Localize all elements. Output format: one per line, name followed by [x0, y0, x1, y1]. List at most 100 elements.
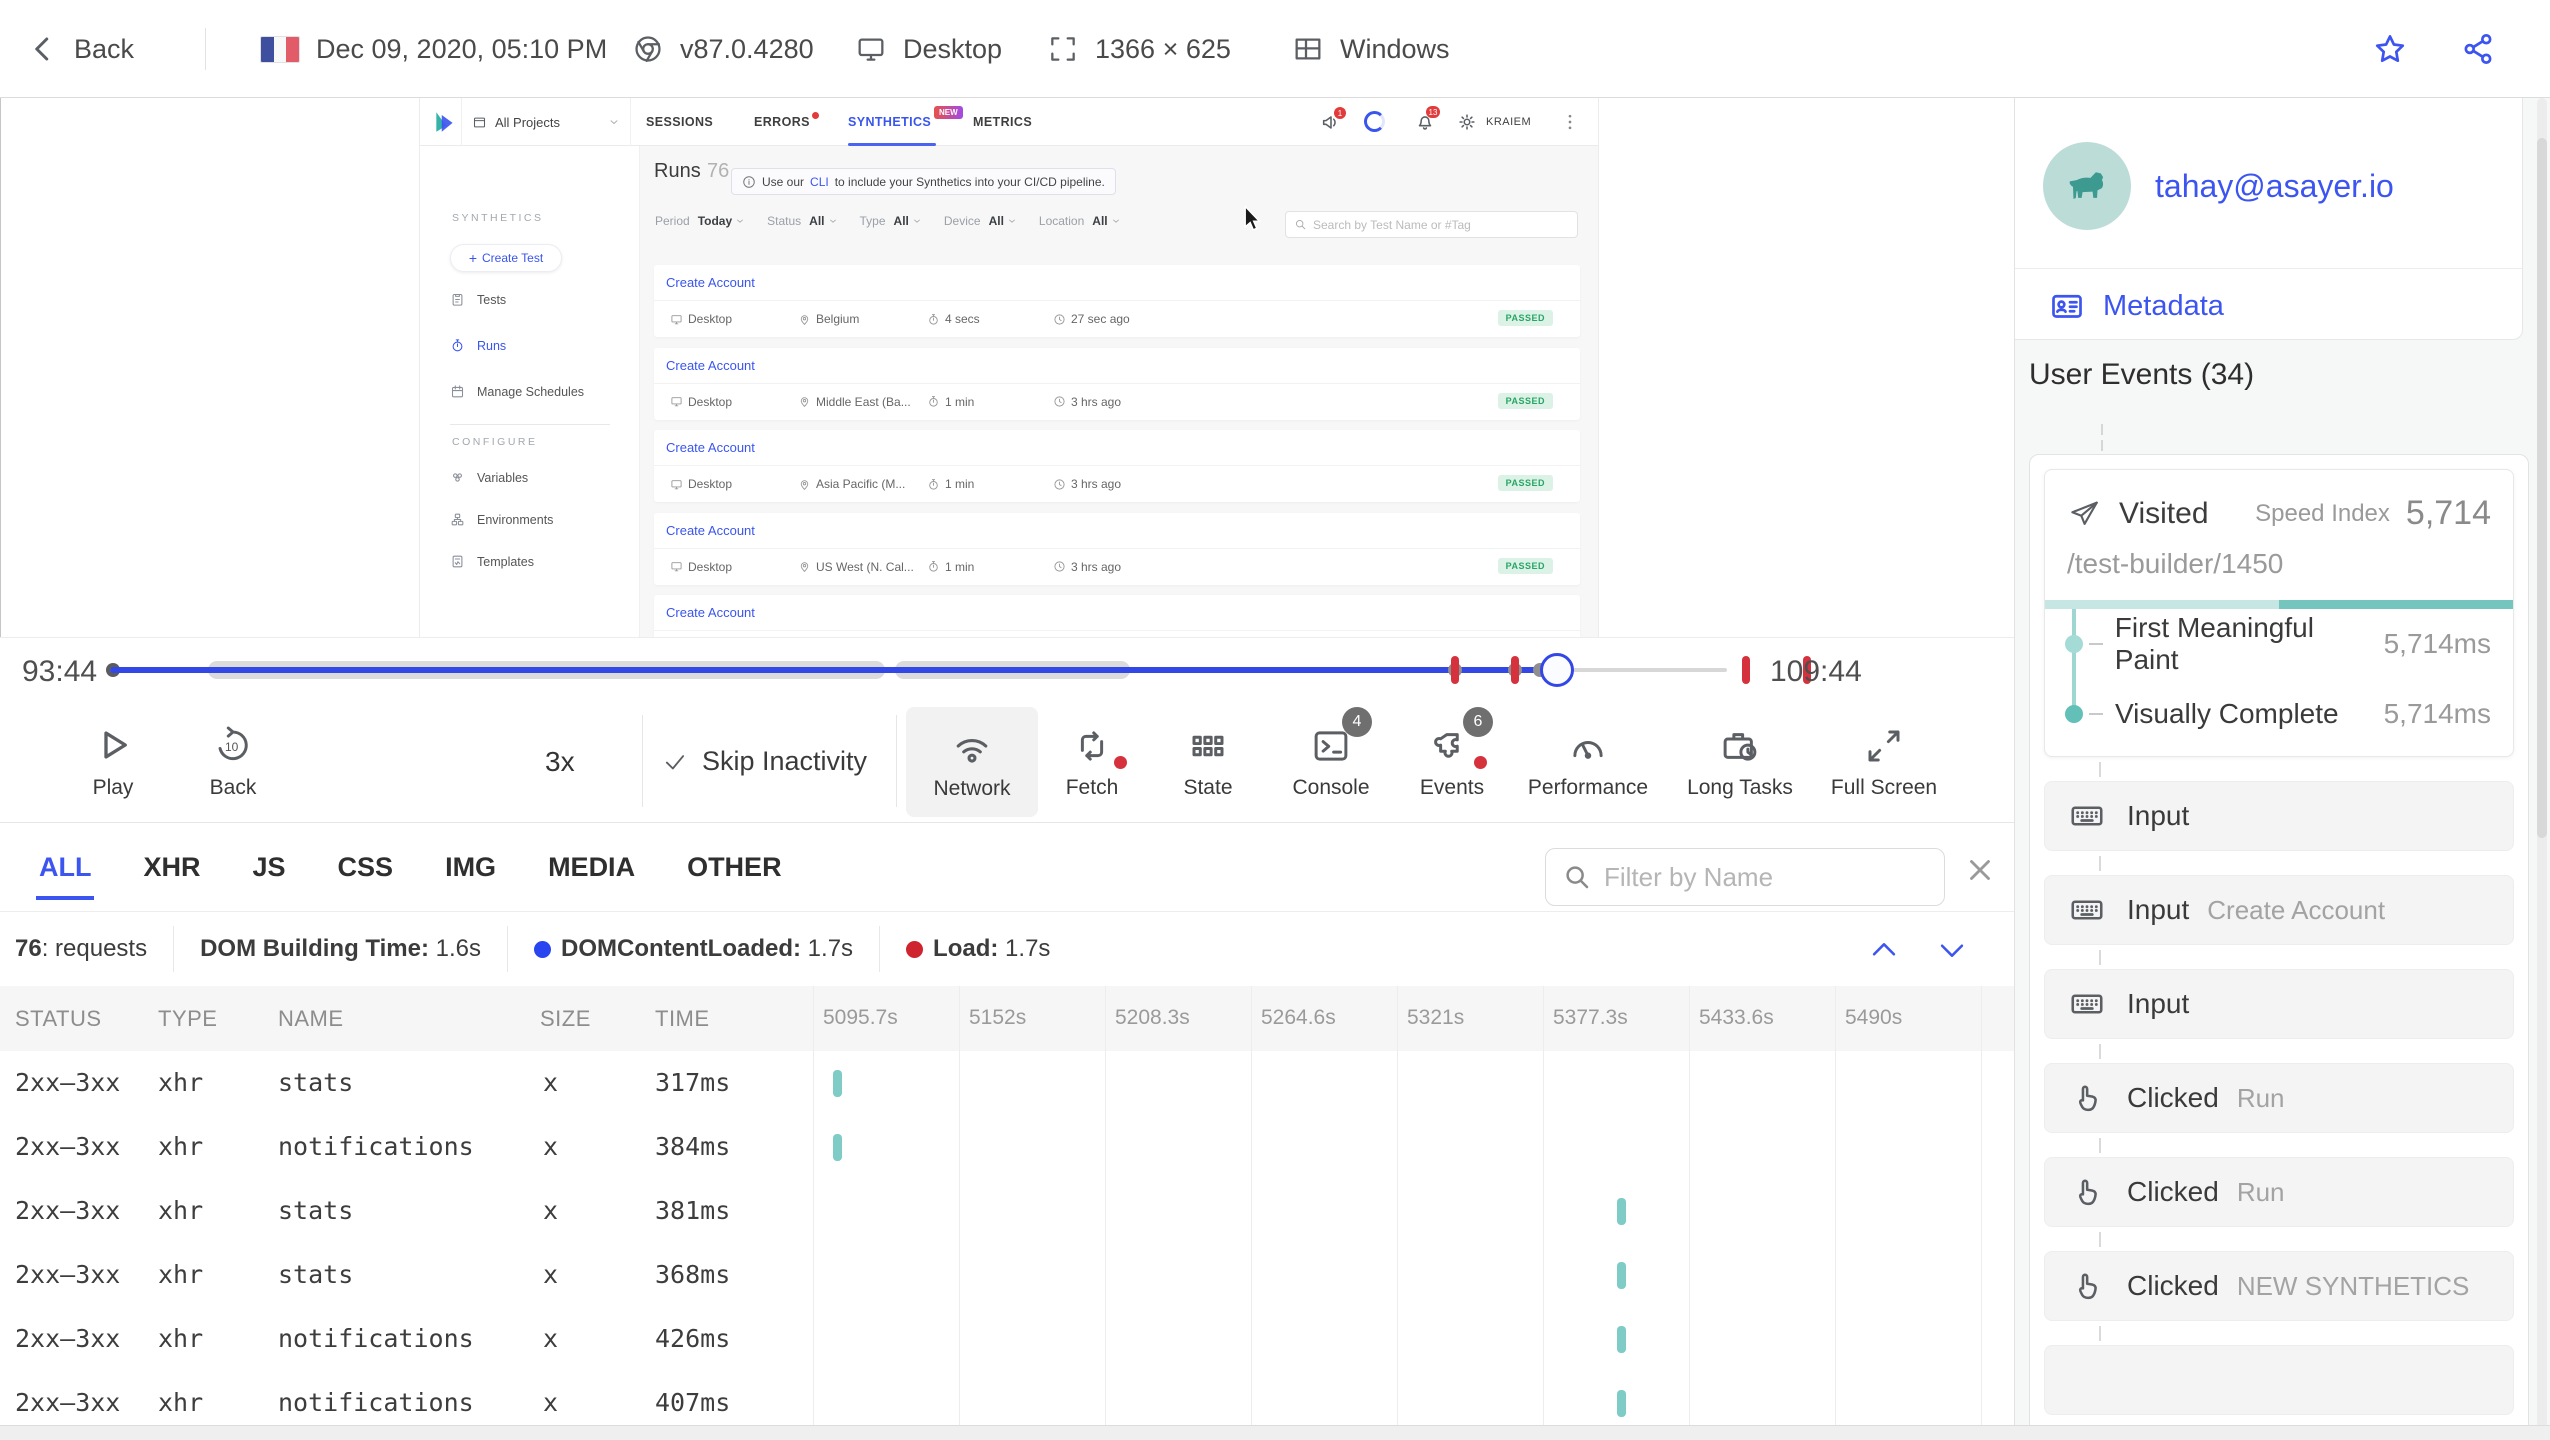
events-panel-button[interactable]: 6 Events — [1392, 706, 1512, 817]
run-title-link[interactable]: Create Account — [654, 265, 1580, 301]
back-label: Back — [74, 33, 135, 64]
cli-link[interactable]: CLI — [810, 175, 829, 189]
create-test-button[interactable]: + Create Test — [450, 244, 562, 272]
sidebar-scrollbar-thumb[interactable] — [2537, 138, 2547, 838]
run-card[interactable]: Create Account Desktop Belgium 4 secs 27… — [654, 265, 1580, 337]
filter-control[interactable]: Period Today — [655, 214, 745, 228]
user-event-card[interactable]: Input Create Account — [2044, 856, 2514, 945]
run-card[interactable]: Create Account Desktop Asia Pacific (M..… — [654, 430, 1580, 502]
app-tab-metrics[interactable]: METRICS — [973, 98, 1032, 146]
time-tick: 5208.3s — [1115, 1006, 1190, 1029]
app-tab-synthetics[interactable]: SYNTHETICS — [848, 98, 931, 146]
playhead-handle[interactable] — [1540, 653, 1574, 687]
test-search-input[interactable] — [1313, 217, 1553, 232]
network-request-row[interactable]: 2xx–3xx xhr stats x 317ms — [0, 1051, 2014, 1115]
run-duration: 1 min — [927, 384, 974, 420]
notifications-button[interactable]: 13 — [1414, 106, 1440, 133]
waterfall-bar — [1617, 1198, 1626, 1225]
run-title-link[interactable]: Create Account — [654, 430, 1580, 466]
network-tab[interactable]: XHR — [143, 852, 200, 883]
user-event-card[interactable]: Clicked Run — [2044, 1044, 2514, 1133]
kebab-menu-icon[interactable] — [1560, 112, 1580, 132]
player-controls: Play 10 Back 3x Skip Inactivity Network … — [0, 701, 2014, 822]
run-title-link[interactable]: Create Account — [654, 513, 1580, 549]
run-title-link[interactable]: Create Account — [654, 348, 1580, 384]
skip-inactivity-toggle[interactable]: Skip Inactivity — [662, 701, 867, 822]
briefcase-clock-icon — [1723, 732, 1757, 761]
network-filter-input[interactable] — [1604, 861, 1904, 893]
app-user-name[interactable]: KRAIEM — [1486, 116, 1531, 128]
sidebar-item-manage-schedules[interactable]: Manage Schedules — [450, 384, 584, 399]
sidebar-item-variables[interactable]: Variables — [450, 470, 528, 485]
fetch-panel-button[interactable]: Fetch — [1032, 707, 1152, 817]
user-event-card[interactable]: Input — [2044, 950, 2514, 1039]
user-event-card[interactable] — [2044, 1326, 2514, 1415]
network-request-row[interactable]: 2xx–3xx xhr notifications x 426ms — [0, 1307, 2014, 1371]
announcements-button[interactable]: 1 — [1320, 107, 1346, 133]
network-tab[interactable]: IMG — [445, 852, 496, 883]
chevron-down-icon — [737, 219, 743, 223]
network-request-row[interactable]: 2xx–3xx xhr notifications x 384ms — [0, 1115, 2014, 1179]
favorite-button[interactable] — [2372, 0, 2408, 98]
test-search-box[interactable] — [1285, 211, 1578, 238]
metadata-button[interactable]: Metadata — [2049, 288, 2224, 324]
seek-track[interactable] — [106, 638, 1811, 702]
network-stats: 76: requests DOM Building Time: 1.6s DOM… — [0, 911, 2014, 986]
sidebar-item-tests[interactable]: Tests — [450, 292, 506, 307]
stopwatch-icon — [929, 478, 938, 490]
close-icon[interactable] — [1963, 853, 1997, 887]
filter-control[interactable]: Location All — [1039, 214, 1121, 228]
network-request-row[interactable]: 2xx–3xx xhr stats x 368ms — [0, 1243, 2014, 1307]
bottom-scrollbar-strip[interactable] — [0, 1425, 2550, 1440]
visited-event-card[interactable]: Visited Speed Index 5,714 /test-builder/… — [2044, 469, 2514, 757]
status-badge: PASSED — [1497, 475, 1553, 491]
network-tab[interactable]: ALL — [35, 852, 96, 900]
network-tab[interactable]: OTHER — [687, 852, 782, 883]
user-email-link[interactable]: tahay@asayer.io — [2155, 168, 2394, 205]
speed-button[interactable]: 3x — [545, 701, 575, 822]
sidebar-item-environments[interactable]: Environments — [450, 512, 553, 527]
gauge-icon — [1573, 740, 1603, 759]
collapse-down-icon[interactable] — [1935, 933, 1969, 967]
time-tick: 5264.6s — [1261, 1006, 1336, 1029]
network-tab[interactable]: MEDIA — [548, 852, 635, 883]
network-filter-box[interactable] — [1545, 848, 1945, 906]
back-10s-button[interactable]: 10 Back — [173, 709, 293, 814]
divider — [896, 715, 897, 807]
full-screen-button[interactable]: Full Screen — [1814, 707, 1954, 817]
network-panel-button[interactable]: Network — [906, 707, 1038, 817]
play-button[interactable]: Play — [53, 709, 173, 814]
long-tasks-panel-button[interactable]: Long Tasks — [1670, 707, 1810, 817]
run-title-link[interactable]: Create Account — [654, 595, 1580, 631]
filter-control[interactable]: Status All — [767, 214, 837, 228]
filter-control[interactable]: Device All — [944, 214, 1017, 228]
state-panel-button[interactable]: State — [1148, 707, 1268, 817]
run-card[interactable]: Create Account Desktop US West (N. Cal..… — [654, 512, 1580, 585]
run-card[interactable]: Create Account Desktop Middle East (Ba..… — [654, 347, 1580, 420]
search-icon — [1295, 219, 1306, 230]
network-tab[interactable]: CSS — [338, 852, 394, 883]
gear-icon[interactable] — [1456, 111, 1478, 133]
runs-filters: Period Today Status All Type All Device … — [655, 214, 1121, 228]
run-card[interactable]: Create Account Desktop Canada (Central..… — [654, 595, 1580, 637]
share-button[interactable] — [2460, 0, 2496, 98]
back-button[interactable]: Back — [28, 0, 134, 98]
filter-control[interactable]: Type All — [860, 214, 922, 228]
chevron-down-icon — [610, 120, 618, 124]
user-event-card[interactable]: Clicked NEW SYNTHETICS — [2044, 1232, 2514, 1321]
network-request-row[interactable]: 2xx–3xx xhr stats x 381ms — [0, 1179, 2014, 1243]
sidebar-item-templates[interactable]: Templates — [450, 554, 534, 569]
sidebar-item-runs[interactable]: Runs — [450, 338, 506, 353]
user-event-card[interactable]: Clicked Run — [2044, 1138, 2514, 1227]
app-tab-sessions[interactable]: SESSIONS — [646, 98, 713, 146]
user-event-card[interactable]: Input — [2044, 762, 2514, 851]
run-device: Desktop — [670, 301, 732, 337]
chevron-down-icon — [914, 219, 920, 223]
performance-panel-button[interactable]: Performance — [1518, 707, 1658, 817]
viewport-brackets-icon — [1051, 37, 1075, 61]
app-tab-errors[interactable]: ERRORS — [754, 98, 810, 146]
console-panel-button[interactable]: 4 Console — [1270, 706, 1392, 817]
collapse-up-icon[interactable] — [1867, 933, 1901, 967]
network-tab[interactable]: JS — [253, 852, 286, 883]
project-selector[interactable]: All Projects — [461, 98, 631, 146]
